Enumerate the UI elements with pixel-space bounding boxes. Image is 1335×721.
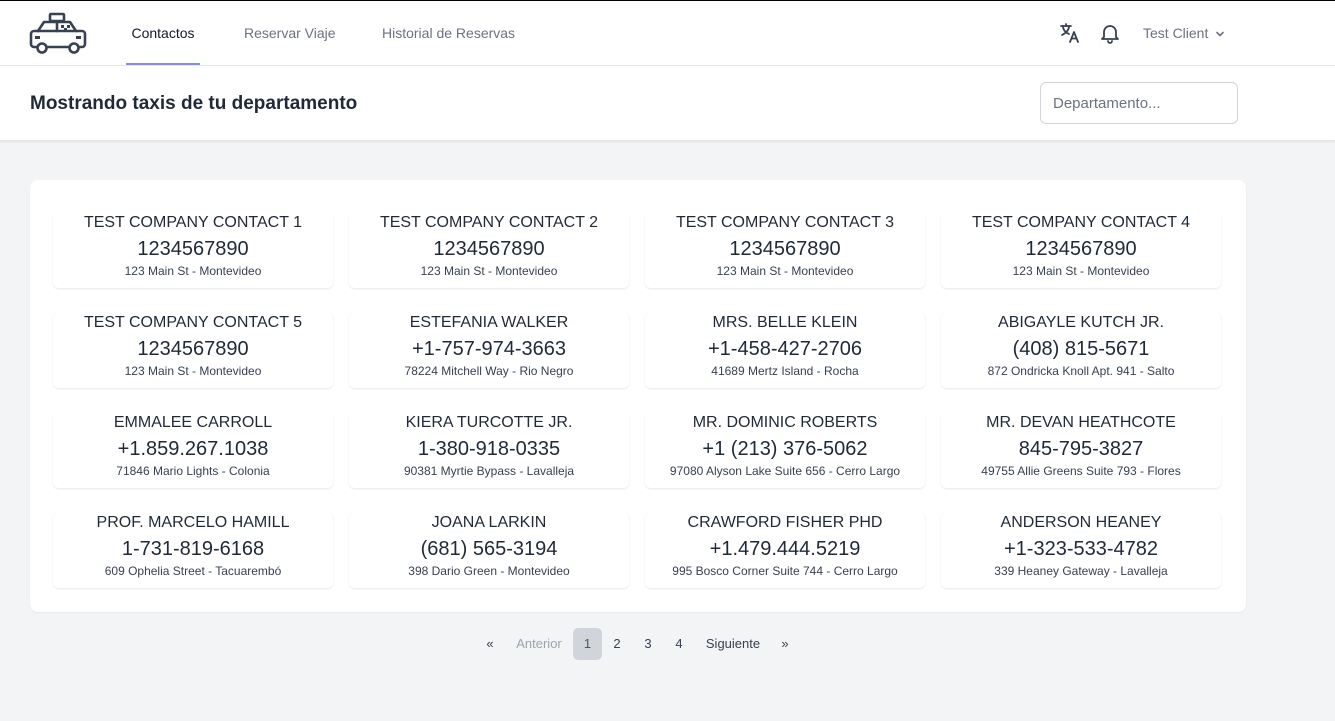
contact-card[interactable]: Test Company Contact 3 1234567890 123 Main… [645, 212, 925, 288]
pagination-last[interactable]: » [777, 628, 793, 660]
contact-phone[interactable]: (681) 565-3194 [349, 536, 629, 562]
contact-card[interactable]: Mr. Devan Heathcote 845-795-3827 49755 All… [941, 412, 1221, 488]
contact-phone[interactable]: 1-731-819-6168 [53, 536, 333, 562]
contact-card[interactable]: Emmalee Carroll +1.859.267.1038 71846 Mari… [53, 412, 333, 488]
contact-address: 123 Main St - Montevideo [1012, 264, 1150, 278]
pagination-page-1[interactable]: 1 [573, 628, 602, 660]
translate-icon[interactable] [1058, 21, 1082, 45]
nav-link-contactos[interactable]: Contactos [126, 1, 200, 65]
pagination-page-2[interactable]: 2 [607, 628, 627, 660]
contact-name: Crawford Fisher PhD [687, 514, 883, 531]
contact-address: 123 Main St - Montevideo [124, 364, 262, 378]
contact-phone[interactable]: +1-323-533-4782 [941, 536, 1221, 562]
contact-name: Mr. Devan Heathcote [986, 414, 1176, 431]
contact-address: 872 Ondricka Knoll Apt. 941 - Salto [987, 364, 1175, 378]
contact-card[interactable]: Anderson Heaney +1-323-533-4782 339 Heaney… [941, 512, 1221, 588]
department-search-input[interactable] [1040, 82, 1238, 124]
contact-card[interactable]: Test Company Contact 5 1234567890 123 Main… [53, 312, 333, 388]
contact-address: 123 Main St - Montevideo [124, 264, 262, 278]
contact-phone[interactable]: 1234567890 [941, 236, 1221, 262]
user-name: Test Client [1143, 25, 1209, 41]
pagination-next[interactable]: Siguiente [703, 628, 763, 660]
pagination: « Anterior 1 2 3 4 Siguiente » [0, 628, 1335, 660]
contact-address: 609 Ophelia Street - Tacuarembó [104, 564, 282, 578]
contacts-panel: Test Company Contact 1 1234567890 123 Main… [30, 180, 1246, 612]
top-navbar: Contactos Reservar Viaje Historial de Re… [0, 1, 1335, 66]
contact-card[interactable]: Kiera Turcotte Jr. 1-380-918-0335 90381 My… [349, 412, 629, 488]
contact-phone[interactable]: 1234567890 [645, 236, 925, 262]
contact-name: Mr. Dominic Roberts [692, 414, 878, 431]
contact-phone[interactable]: +1-458-427-2706 [645, 336, 925, 362]
bell-icon[interactable] [1098, 21, 1122, 45]
contact-phone[interactable]: +1-757-974-3663 [349, 336, 629, 362]
contact-name: Prof. Marcelo Hamill [96, 514, 290, 531]
contact-address: 398 Dario Green - Montevideo [408, 564, 570, 578]
contact-name: Test Company Contact 2 [379, 214, 599, 231]
contact-address: 97080 Alyson Lake Suite 656 - Cerro Larg… [669, 464, 901, 478]
contact-phone[interactable]: (408) 815-5671 [941, 336, 1221, 362]
contact-name: Test Company Contact 3 [675, 214, 895, 231]
contact-card[interactable]: Mrs. Belle Klein +1-458-427-2706 41689 Mer… [645, 312, 925, 388]
contacts-grid: Test Company Contact 1 1234567890 123 Main… [53, 212, 1221, 612]
contact-name: Mrs. Belle Klein [712, 314, 858, 331]
contact-address: 78224 Mitchell Way - Rio Negro [404, 364, 574, 378]
contact-name: Joana Larkin [431, 514, 547, 531]
contact-phone[interactable]: 1234567890 [53, 236, 333, 262]
contact-name: Abigayle Kutch Jr. [998, 314, 1164, 331]
contact-card[interactable]: Crawford Fisher PhD +1.479.444.5219 995 Bo… [645, 512, 925, 588]
contact-name: Test Company Contact 4 [971, 214, 1191, 231]
chevron-down-icon [1216, 31, 1225, 37]
contact-card[interactable]: Test Company Contact 2 1234567890 123 Main… [349, 212, 629, 288]
contact-name: Emmalee Carroll [113, 414, 273, 431]
contact-name: Anderson Heaney [1000, 514, 1162, 531]
contact-name: Estefania Walker [409, 314, 569, 331]
contact-address: 123 Main St - Montevideo [716, 264, 854, 278]
contact-address: 49755 Allie Greens Suite 793 - Flores [981, 464, 1181, 478]
nav-link-historial-reservas[interactable]: Historial de Reservas [382, 1, 515, 65]
user-menu[interactable]: Test Client [1143, 1, 1226, 65]
pagination-page-3[interactable]: 3 [638, 628, 658, 660]
contact-phone[interactable]: 1234567890 [349, 236, 629, 262]
contact-card[interactable]: Estefania Walker +1-757-974-3663 78224 Mit… [349, 312, 629, 388]
contact-card[interactable]: Test Company Contact 4 1234567890 123 Main… [941, 212, 1221, 288]
contact-card[interactable]: Abigayle Kutch Jr. (408) 815-5671 872 Ondr… [941, 312, 1221, 388]
contact-address: 995 Bosco Corner Suite 744 - Cerro Largo [672, 564, 898, 578]
contact-name: Test Company Contact 5 [83, 314, 303, 331]
page-title: Mostrando taxis de tu departamento [30, 93, 358, 114]
contact-address: 90381 Myrtie Bypass - Lavalleja [403, 464, 575, 478]
contact-name: Test Company Contact 1 [83, 214, 303, 231]
contact-card[interactable]: Test Company Contact 1 1234567890 123 Main… [53, 212, 333, 288]
contact-phone[interactable]: 845-795-3827 [941, 436, 1221, 462]
contact-card[interactable]: Mr. Dominic Roberts +1 (213) 376-5062 9708… [645, 412, 925, 488]
contact-phone[interactable]: +1.479.444.5219 [645, 536, 925, 562]
contact-card[interactable]: Joana Larkin (681) 565-3194 398 Dario Gree… [349, 512, 629, 588]
contact-address: 123 Main St - Montevideo [420, 264, 558, 278]
pagination-first[interactable]: « [482, 628, 498, 660]
page-subheader: Mostrando taxis de tu departamento [0, 66, 1335, 141]
contact-address: 339 Heaney Gateway - Lavalleja [994, 564, 1168, 578]
contact-address: 71846 Mario Lights - Colonia [116, 464, 270, 478]
pagination-page-4[interactable]: 4 [669, 628, 689, 660]
taxi-logo[interactable] [28, 12, 88, 56]
contact-phone[interactable]: +1.859.267.1038 [53, 436, 333, 462]
contact-phone[interactable]: +1 (213) 376-5062 [645, 436, 925, 462]
nav-link-reservar-viaje[interactable]: Reservar Viaje [244, 1, 336, 65]
contact-card[interactable]: Prof. Marcelo Hamill 1-731-819-6168 609 Op… [53, 512, 333, 588]
contact-phone[interactable]: 1-380-918-0335 [349, 436, 629, 462]
contact-name: Kiera Turcotte Jr. [405, 414, 573, 431]
pagination-previous[interactable]: Anterior [513, 628, 565, 660]
contact-address: 41689 Mertz Island - Rocha [711, 364, 859, 378]
contact-phone[interactable]: 1234567890 [53, 336, 333, 362]
